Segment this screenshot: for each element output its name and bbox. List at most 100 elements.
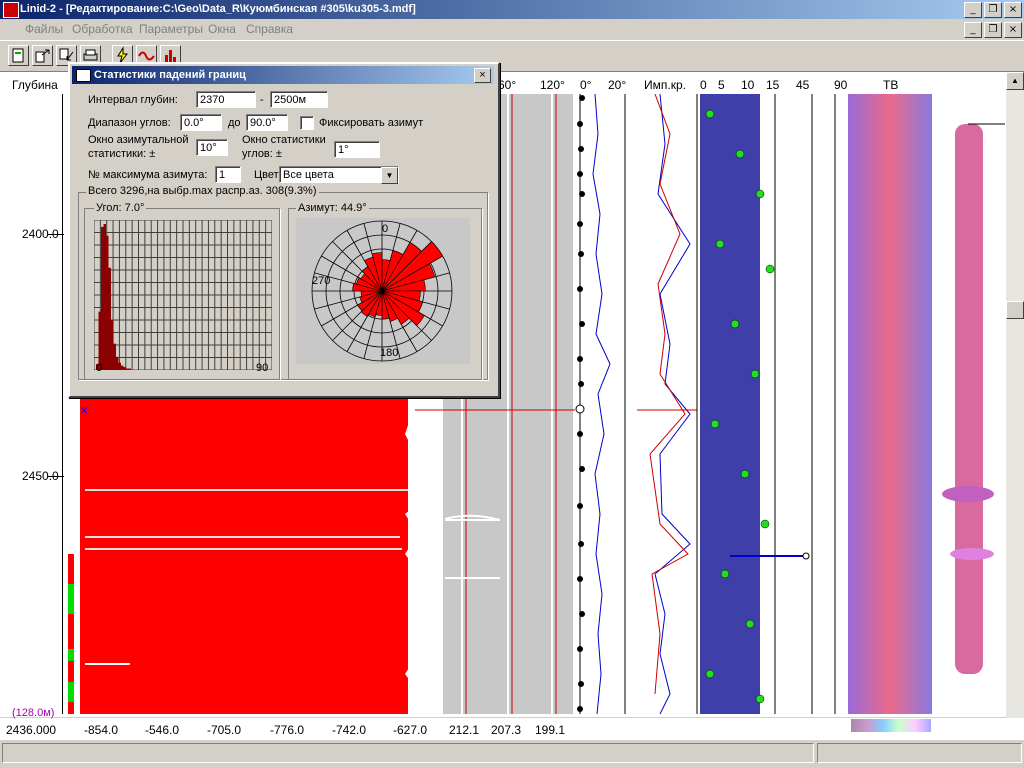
menu-bar: Файлы Обработка Параметры Окна Справка _… bbox=[0, 19, 1024, 39]
angle-range-label: Диапазон углов: bbox=[88, 117, 171, 129]
boundary-dip-statistics-dialog: Статистики падений границ × Интервал глу… bbox=[68, 62, 500, 398]
histogram-bar bbox=[106, 235, 109, 370]
angle-to-label: до bbox=[228, 117, 241, 129]
rose-west-label: 270 bbox=[312, 275, 330, 287]
footer-value-6: -627.0 bbox=[393, 723, 428, 737]
header-s5: 5 bbox=[718, 78, 725, 92]
mdi-restore-button[interactable]: ❐ bbox=[984, 22, 1002, 38]
angle-histogram bbox=[94, 220, 272, 370]
depth-separator: - bbox=[260, 94, 264, 106]
window-title: Linid-2 - [Редактирование:C:\Geo\Data_R\… bbox=[20, 3, 416, 15]
footer-values-row: (128.0м) 2436.000 -854.0 -546.0 -705.0 -… bbox=[0, 707, 1024, 740]
footer-value-8: 207.3 bbox=[491, 723, 522, 737]
histogram-bar bbox=[111, 320, 114, 370]
color-select[interactable]: Все цвета ▼ bbox=[279, 166, 399, 184]
export-icon[interactable] bbox=[32, 45, 53, 66]
angle-from-input[interactable]: 0.0° bbox=[180, 114, 222, 131]
azimuth-rose: 0 270 180 bbox=[296, 218, 470, 364]
angle-window-label-1: Окно статистики bbox=[242, 134, 326, 146]
color-select-value: Все цвета bbox=[283, 169, 334, 181]
status-pane-extra bbox=[817, 743, 1022, 763]
header-s90: 90 bbox=[834, 78, 848, 92]
summary-text: Всего 3296,на выбр.max распр.аз. 308(9.3… bbox=[86, 185, 319, 197]
fix-azimuth-label: Фиксировать азимут bbox=[319, 117, 424, 129]
close-button[interactable]: × bbox=[1004, 2, 1022, 18]
color-label: Цвет: bbox=[254, 169, 282, 181]
angle-axis-min: 0 bbox=[96, 362, 103, 374]
header-s15: 15 bbox=[766, 78, 780, 92]
az-window-label-1: Окно азимутальной bbox=[88, 134, 189, 146]
rose-south-label: 180 bbox=[380, 347, 398, 359]
mdi-close-button[interactable]: × bbox=[1004, 22, 1022, 38]
max-azimuth-input[interactable]: 1 bbox=[215, 166, 241, 183]
scroll-up-button[interactable]: ▲ bbox=[1006, 72, 1024, 90]
rose-north-label: 0 bbox=[382, 223, 388, 235]
header-20: 20° bbox=[608, 78, 627, 92]
svg-text:×: × bbox=[80, 402, 88, 418]
tv-color-legend bbox=[851, 719, 931, 732]
chevron-down-icon[interactable]: ▼ bbox=[381, 167, 398, 184]
dialog-window-icon bbox=[76, 69, 91, 82]
histogram-bar bbox=[123, 367, 126, 370]
depth-from-input[interactable]: 2370 bbox=[196, 91, 256, 108]
status-bar bbox=[0, 740, 1024, 768]
depth-to-input[interactable]: 2500м bbox=[270, 91, 328, 108]
az-window-label-2: статистики: ± bbox=[88, 148, 156, 160]
histogram-bar bbox=[118, 362, 121, 370]
histogram-bar bbox=[116, 356, 119, 370]
histogram-bar bbox=[113, 343, 116, 370]
title-bar: Linid-2 - [Редактирование:C:\Geo\Data_R\… bbox=[0, 0, 1024, 19]
menu-parameters[interactable]: Параметры bbox=[139, 22, 203, 36]
histogram-bar bbox=[101, 226, 104, 370]
scale-label: (128.0м) bbox=[12, 707, 55, 719]
footer-value-9: 199.1 bbox=[535, 723, 566, 737]
header-s0: 0 bbox=[700, 78, 707, 92]
tv-image-track bbox=[848, 94, 932, 714]
header-60: 60° bbox=[498, 78, 517, 92]
dialog-close-button[interactable]: × bbox=[474, 68, 491, 83]
header-s45: 45 bbox=[796, 78, 810, 92]
header-tv: ТВ bbox=[883, 78, 899, 92]
scroll-thumb[interactable] bbox=[1006, 301, 1024, 319]
open-icon[interactable] bbox=[8, 45, 29, 66]
azimuth-group-label: Азимут: 44.9° bbox=[296, 202, 369, 214]
fix-azimuth-checkbox[interactable] bbox=[300, 116, 314, 130]
vertical-scrollbar[interactable]: ▲ ▼ bbox=[1006, 72, 1024, 740]
status-pane-main bbox=[2, 743, 814, 763]
footer-value-1: -854.0 bbox=[84, 723, 119, 737]
mdi-minimize-button[interactable]: _ bbox=[964, 22, 982, 38]
menu-windows[interactable]: Окна bbox=[208, 22, 236, 36]
footer-value-4: -776.0 bbox=[270, 723, 305, 737]
tadpole-points bbox=[577, 95, 585, 712]
angle-group-label: Угол: 7.0° bbox=[94, 202, 147, 214]
dialog-title: Статистики падений границ bbox=[94, 69, 246, 81]
header-0: 0° bbox=[580, 78, 592, 92]
menu-files[interactable]: Файлы bbox=[25, 22, 63, 36]
histogram-bar bbox=[108, 267, 111, 370]
histogram-bar bbox=[103, 224, 106, 370]
histogram-bar bbox=[126, 368, 129, 370]
borehole-3d bbox=[955, 124, 983, 674]
app-icon bbox=[3, 2, 19, 18]
header-imp: Имп.кр. bbox=[644, 78, 686, 92]
footer-value-3: -705.0 bbox=[207, 723, 242, 737]
menu-processing[interactable]: Обработка bbox=[72, 22, 133, 36]
start-depth: 2436.000 bbox=[6, 723, 57, 737]
depth-header: Глубина bbox=[12, 78, 58, 92]
az-window-input[interactable]: 10° bbox=[196, 139, 228, 156]
footer-value-2: -546.0 bbox=[145, 723, 180, 737]
footer-value-7: 212.1 bbox=[449, 723, 480, 737]
angle-axis-max: 90 bbox=[256, 362, 269, 374]
rose-center bbox=[380, 289, 384, 293]
angle-window-input[interactable]: 1° bbox=[334, 141, 380, 158]
restore-button[interactable]: ❐ bbox=[984, 2, 1002, 18]
histogram-bar bbox=[121, 365, 124, 370]
header-120: 120° bbox=[540, 78, 565, 92]
minimize-button[interactable]: _ bbox=[964, 2, 982, 18]
menu-help[interactable]: Справка bbox=[246, 22, 293, 36]
max-azimuth-label: № максимума азимута: bbox=[88, 169, 208, 181]
footer-value-5: -742.0 bbox=[332, 723, 367, 737]
dialog-title-bar[interactable]: Статистики падений границ × bbox=[72, 66, 494, 84]
histogram-bar bbox=[128, 368, 131, 370]
angle-to-input[interactable]: 90.0° bbox=[246, 114, 288, 131]
